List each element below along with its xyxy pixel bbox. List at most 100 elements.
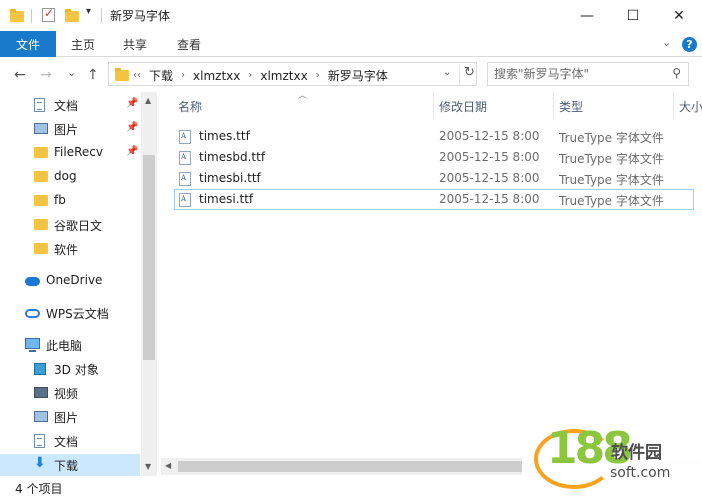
tab-file[interactable]: 文件: [0, 31, 56, 57]
sidebar-item-downloads[interactable]: ⬇ 下载: [0, 454, 140, 476]
tab-home[interactable]: 主页: [71, 31, 95, 57]
refresh-icon[interactable]: ↻: [459, 65, 475, 85]
breadcrumb-item[interactable]: xlmztxx: [260, 69, 307, 83]
sidebar-item-label: 软件: [54, 243, 79, 257]
sidebar-item-label: 文档: [54, 99, 79, 113]
file-type: TrueType 字体文件: [559, 152, 664, 166]
sidebar-item-label: WPS云文档: [46, 307, 109, 321]
sidebar-item-wps[interactable]: WPS云文档: [0, 302, 140, 324]
quick-access-dropdown-icon[interactable]: ▾: [86, 6, 91, 17]
sidebar-item-software[interactable]: 软件: [0, 238, 140, 260]
file-date: 2005-12-15 8:00: [439, 129, 540, 143]
item-count: 4 个项目: [15, 482, 63, 496]
window-title: 新罗马字体: [110, 9, 171, 23]
address-dropdown-icon[interactable]: ⌄: [443, 67, 451, 78]
computer-icon: [25, 338, 40, 352]
sidebar-item-label: 图片: [54, 411, 79, 425]
folder-icon: [34, 171, 48, 182]
pin-icon[interactable]: 📌: [126, 122, 138, 133]
file-type: TrueType 字体文件: [559, 173, 664, 187]
pin-icon[interactable]: 📌: [126, 146, 138, 157]
logo-name: 软件园: [611, 443, 662, 463]
sidebar-item-pictures-pc[interactable]: 图片: [0, 406, 140, 428]
search-input[interactable]: [494, 66, 664, 82]
search-icon[interactable]: ⚲: [672, 66, 681, 80]
file-name: times.ttf: [199, 129, 250, 143]
logo-url: soft.com: [610, 465, 671, 481]
back-button[interactable]: ←: [14, 67, 26, 83]
chevron-right-icon[interactable]: ›: [316, 70, 320, 81]
sidebar-item-label: 谷歌日文: [54, 219, 103, 233]
3d-objects-icon: [34, 363, 46, 375]
sidebar-item-documents[interactable]: 文档 📌: [0, 94, 140, 116]
folder-icon: [34, 195, 48, 206]
up-button[interactable]: ↑: [87, 67, 99, 83]
sidebar-item-onedrive[interactable]: OneDrive: [0, 270, 140, 292]
file-row[interactable]: timesbd.ttf 2005-12-15 8:00 TrueType 字体文…: [174, 147, 694, 168]
sidebar-item-google-japanese[interactable]: 谷歌日文: [0, 214, 140, 236]
sidebar-item-fb[interactable]: fb: [0, 190, 140, 212]
download-icon: ⬇: [34, 455, 46, 471]
pin-icon[interactable]: 📌: [126, 98, 138, 109]
video-icon: [34, 387, 48, 398]
expand-ribbon-icon[interactable]: ⌄: [662, 36, 671, 49]
wps-cloud-icon: [25, 309, 40, 318]
file-row[interactable]: timesbi.ttf 2005-12-15 8:00 TrueType 字体文…: [174, 168, 694, 189]
ribbon-tabs: 文件 主页 共享 查看 ⌄ ?: [0, 31, 702, 57]
file-name: timesi.ttf: [199, 192, 254, 206]
file-type: TrueType 字体文件: [559, 131, 664, 145]
close-button[interactable]: ✕: [656, 0, 702, 31]
sidebar-item-dog[interactable]: dog: [0, 166, 140, 188]
sidebar-item-label: OneDrive: [46, 273, 103, 287]
sidebar-item-filerecv[interactable]: FileRecv 📌: [0, 142, 140, 164]
file-name: timesbd.ttf: [199, 150, 266, 164]
sidebar-item-pictures[interactable]: 图片 📌: [0, 118, 140, 140]
column-divider[interactable]: [433, 92, 434, 120]
font-file-icon: [179, 193, 191, 207]
sidebar-scrollbar-thumb[interactable]: [143, 155, 155, 360]
search-box[interactable]: ⚲: [487, 62, 689, 86]
column-header-size[interactable]: 大小: [679, 92, 702, 120]
chevron-right-icon[interactable]: ›: [181, 70, 185, 81]
folder-icon: [34, 147, 48, 158]
properties-icon[interactable]: [42, 6, 55, 22]
sidebar-item-videos[interactable]: 视频: [0, 382, 140, 404]
breadcrumb-item[interactable]: 新罗马字体: [328, 67, 388, 84]
column-header-name[interactable]: 名称: [178, 92, 433, 120]
folder-icon: [115, 68, 129, 81]
breadcrumb-item[interactable]: xlmztxx: [193, 69, 240, 83]
file-type: TrueType 字体文件: [559, 194, 664, 208]
folder-icon: [34, 219, 48, 230]
overflow-icon[interactable]: ‹‹: [133, 70, 141, 81]
chevron-right-icon[interactable]: ›: [248, 70, 252, 81]
scroll-up-icon[interactable]: ▲: [145, 96, 151, 105]
file-row[interactable]: timesi.ttf 2005-12-15 8:00 TrueType 字体文件: [174, 189, 694, 210]
sidebar-item-label: 视频: [54, 387, 79, 401]
help-button[interactable]: ?: [682, 37, 697, 52]
column-header-date[interactable]: 修改日期: [439, 92, 549, 120]
file-row[interactable]: times.ttf 2005-12-15 8:00 TrueType 字体文件: [174, 126, 694, 147]
forward-button[interactable]: →: [40, 67, 52, 83]
sidebar-item-label: fb: [54, 193, 66, 207]
sidebar-item-this-pc[interactable]: 此电脑: [0, 334, 140, 356]
new-folder-icon[interactable]: [65, 9, 79, 22]
sidebar-item-3d-objects[interactable]: 3D 对象: [0, 358, 140, 380]
horizontal-scrollbar-thumb[interactable]: [178, 461, 528, 472]
column-header-type[interactable]: 类型: [559, 92, 669, 120]
tab-view[interactable]: 查看: [177, 31, 201, 57]
address-bar[interactable]: ‹‹ 下载 › xlmztxx › xlmztxx › 新罗马字体 ⌄ ↻: [108, 62, 477, 86]
recent-locations-button[interactable]: ⌄: [67, 66, 76, 79]
column-divider[interactable]: [553, 92, 554, 120]
navigation-pane: 文档 📌 图片 📌 FileRecv 📌 dog fb 谷歌日文 软件 OneD…: [0, 92, 157, 476]
sidebar-item-documents-pc[interactable]: 文档: [0, 430, 140, 452]
column-divider[interactable]: [673, 92, 674, 120]
scroll-left-icon[interactable]: ◀: [165, 461, 171, 470]
document-icon: [34, 434, 45, 448]
scroll-down-icon[interactable]: ▼: [145, 462, 151, 471]
sidebar-item-label: 下载: [54, 459, 79, 473]
minimize-button[interactable]: —: [564, 0, 610, 31]
breadcrumb-item[interactable]: 下载: [149, 67, 173, 84]
maximize-button[interactable]: ☐: [610, 0, 656, 31]
tab-share[interactable]: 共享: [123, 31, 147, 57]
title-separator: [101, 8, 102, 23]
